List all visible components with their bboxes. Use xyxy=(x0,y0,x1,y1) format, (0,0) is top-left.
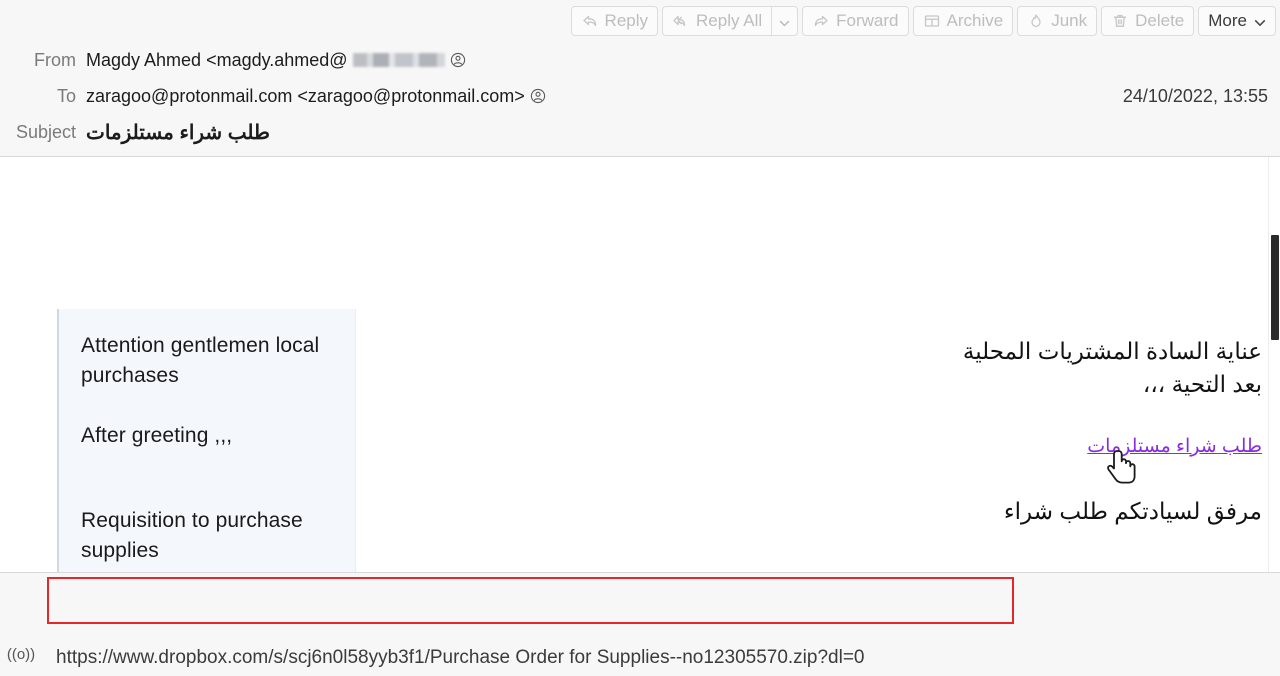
delete-button-label: Delete xyxy=(1135,11,1185,30)
archive-button-label: Archive xyxy=(946,11,1004,30)
trash-icon xyxy=(1111,12,1129,30)
forward-icon xyxy=(812,12,830,30)
reply-all-dropdown-button[interactable] xyxy=(771,6,799,36)
forward-button[interactable]: Forward xyxy=(802,6,909,36)
from-value[interactable]: Magdy Ahmed <magdy.ahmed@ xyxy=(86,50,1268,71)
contact-avatar-icon[interactable] xyxy=(530,88,546,104)
more-button[interactable]: More xyxy=(1198,6,1276,36)
message-date: 24/10/2022, 13:55 xyxy=(1122,85,1268,106)
arabic-line-3: مرفق لسيادتكم طلب شراء xyxy=(1003,498,1262,525)
malicious-download-link[interactable]: طلب شراء مستلزمات xyxy=(1087,436,1262,457)
translation-paragraph-1: Attention gentlemen local purchases xyxy=(81,334,320,387)
subject-label: Subject xyxy=(15,121,76,142)
url-highlight-box xyxy=(47,577,1014,624)
archive-button[interactable]: Archive xyxy=(912,6,1014,36)
message-toolbar: Reply Reply All Forward Archive Junk Del… xyxy=(0,0,1280,42)
arabic-link-row: طلب شراء مستلزمات xyxy=(722,428,1262,461)
reply-icon xyxy=(581,12,599,30)
signal-broadcast-icon: ((o)) xyxy=(6,645,36,663)
junk-button-label: Junk xyxy=(1051,11,1088,30)
header-row-subject: Subject طلب شراء مستلزمات xyxy=(0,114,1280,150)
arabic-line-2: بعد التحية ،،، xyxy=(1142,371,1262,398)
junk-button[interactable]: Junk xyxy=(1017,6,1098,36)
reply-all-icon xyxy=(672,12,690,30)
translation-paragraph-3: Requisition to purchase supplies xyxy=(81,509,303,563)
delete-button[interactable]: Delete xyxy=(1101,6,1195,36)
to-address-text: zaragoo@protonmail.com <zaragoo@protonma… xyxy=(86,85,525,106)
subject-text: طلب شراء مستلزمات xyxy=(86,121,270,144)
flame-icon xyxy=(1027,12,1045,30)
arabic-message-content: عناية السادة المشتريات المحلية بعد التحي… xyxy=(722,335,1262,528)
reply-button[interactable]: Reply xyxy=(570,6,659,36)
message-header-fields: From Magdy Ahmed <magdy.ahmed@ To zarago… xyxy=(0,42,1280,157)
reply-all-button-label: Reply All xyxy=(696,11,763,30)
archive-icon xyxy=(923,12,941,30)
redacted-domain xyxy=(352,53,445,67)
translation-paragraph-2: After greeting ,,, xyxy=(81,423,233,447)
link-target-url: https://www.dropbox.com/s/scj6n0l58yyb3f… xyxy=(56,644,865,672)
contact-avatar-icon[interactable] xyxy=(450,52,466,68)
reply-all-button[interactable]: Reply All xyxy=(662,6,772,36)
to-value[interactable]: zaragoo@protonmail.com <zaragoo@protonma… xyxy=(86,86,1111,107)
body-scrollbar-thumb[interactable] xyxy=(1271,235,1279,340)
chevron-down-icon xyxy=(778,15,791,28)
to-label: To xyxy=(56,85,76,106)
arabic-line-1: عناية السادة المشتريات المحلية xyxy=(962,338,1262,364)
subject-value: طلب شراء مستلزمات xyxy=(86,120,1268,145)
forward-button-label: Forward xyxy=(836,11,899,30)
chevron-down-icon xyxy=(1253,15,1266,28)
from-label: From xyxy=(34,49,76,70)
status-bar: ((o)) https://www.dropbox.com/s/scj6n0l5… xyxy=(0,572,1280,676)
header-row-from: From Magdy Ahmed <magdy.ahmed@ xyxy=(0,42,1280,78)
reply-button-label: Reply xyxy=(604,11,649,30)
more-button-label: More xyxy=(1208,11,1247,30)
header-row-to: To zaragoo@protonmail.com <zaragoo@proto… xyxy=(0,78,1280,114)
from-address-text: Magdy Ahmed <magdy.ahmed@ xyxy=(86,49,348,70)
